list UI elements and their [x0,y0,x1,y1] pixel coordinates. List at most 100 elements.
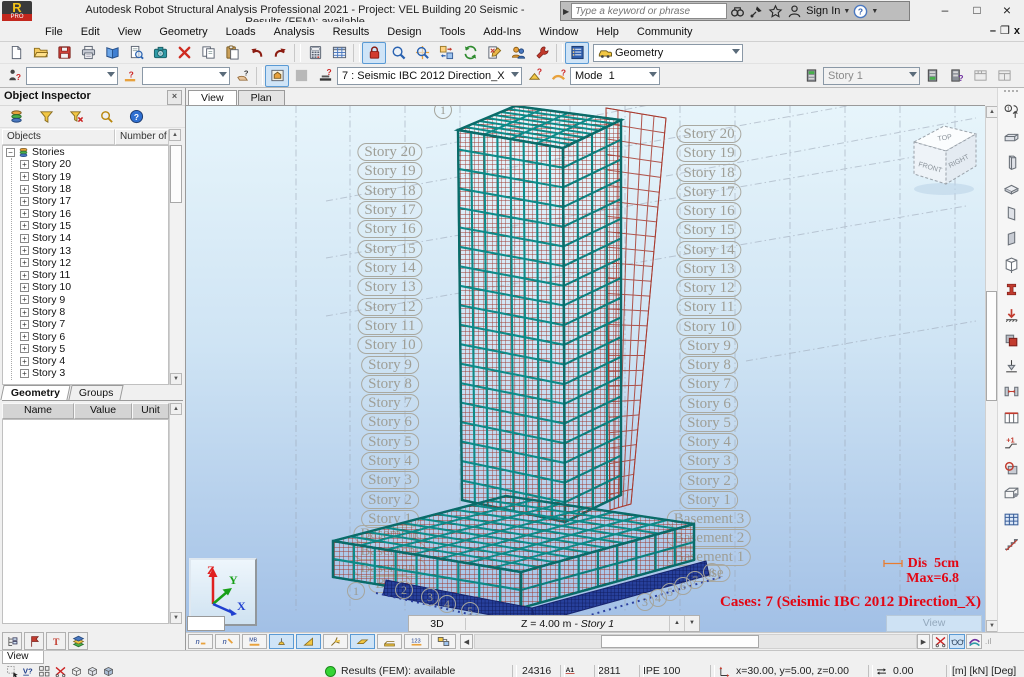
wall-button[interactable] [999,201,1023,225]
menu-edit[interactable]: Edit [72,24,109,40]
nodes-count[interactable]: 24316 [522,665,551,677]
release-button[interactable] [999,354,1023,378]
expand-icon[interactable]: + [20,369,29,378]
expand-icon[interactable]: + [20,246,29,255]
dimension-button[interactable] [999,380,1023,404]
table-button[interactable] [999,507,1023,531]
cube-wire-button[interactable] [68,664,84,677]
menu-file[interactable]: File [36,24,72,40]
shell-button[interactable] [999,252,1023,276]
results-status[interactable]: Results (FEM): available [325,665,455,677]
cube-solid-button[interactable] [100,664,116,677]
menu-analysis[interactable]: Analysis [265,24,324,40]
menu-results[interactable]: Results [324,24,379,40]
open-button[interactable] [28,42,52,64]
view-ghost-button[interactable]: View [886,615,982,632]
calc-table-button[interactable] [327,42,351,64]
undo-button[interactable] [244,42,268,64]
panel-close-icon[interactable]: × [167,90,182,105]
expand-icon[interactable]: + [20,332,29,341]
calc-button[interactable] [303,42,327,64]
menu-design[interactable]: Design [378,24,430,40]
disp-support-button[interactable] [269,634,294,649]
bar-query-button[interactable]: ? [118,65,142,87]
level-query-button[interactable]: ? [313,65,337,87]
win-prev-button[interactable] [968,65,992,87]
cut-red-button[interactable] [52,664,68,677]
filter-button[interactable] [34,106,58,128]
new-button[interactable] [4,42,28,64]
expand-icon[interactable]: + [20,295,29,304]
viewport-vscrollbar[interactable]: ▲ ▼ [985,106,997,632]
menu-tools[interactable]: Tools [431,24,475,40]
glasses-button[interactable] [949,634,965,649]
tab-plan[interactable]: Plan [238,90,285,105]
expand-icon[interactable]: + [20,197,29,206]
wrench-button[interactable] [530,42,554,64]
menu-community[interactable]: Community [628,24,702,40]
disp-profile-button[interactable] [323,634,348,649]
structure-frame-button[interactable] [999,482,1023,506]
help-dropdown-icon[interactable]: ▼ [871,8,878,15]
minimize-button[interactable]: – [930,3,960,19]
support-query-button[interactable]: ? [522,65,546,87]
hole-button[interactable] [999,456,1023,480]
help-button[interactable]: ? [852,3,869,19]
find-doc-button[interactable] [124,42,148,64]
render-button[interactable] [966,634,982,649]
text-red-button[interactable]: T [46,632,66,650]
story-green-button[interactable] [799,65,823,87]
tree-item-story-17[interactable]: +Story 17 [12,195,168,207]
tree-item-story-18[interactable]: +Story 18 [12,183,168,195]
tree-item-story-3[interactable]: +Story 3 [12,367,168,379]
scroll-up-icon[interactable]: ▲ [169,129,181,141]
story-query-button[interactable]: ? [944,65,968,87]
menu-geometry[interactable]: Geometry [150,24,216,40]
column-objects[interactable]: Objects [2,129,115,145]
mdi-restore-icon[interactable]: ❐ [1000,24,1010,37]
level-plus-button[interactable]: +1 [999,431,1023,455]
save-button[interactable] [52,42,76,64]
preview-button[interactable] [100,42,124,64]
sel-arrows-button[interactable] [4,664,20,677]
story-combo[interactable]: Story 1 [823,67,920,85]
disp-num-button[interactable]: MB [242,634,267,649]
layout-combo[interactable]: Geometry [593,44,743,62]
mode-combo[interactable]: Mode 1 [570,67,660,85]
chevron-down-icon[interactable] [219,72,227,77]
collapse-arrow-icon[interactable]: ▶ [563,7,569,16]
expand-icon[interactable]: + [20,271,29,280]
delete-button[interactable] [172,42,196,64]
level-down-icon[interactable]: ▼ [684,616,699,631]
layers-button[interactable] [68,632,88,650]
bar-selection-combo[interactable] [142,67,230,85]
tree-item-story-11[interactable]: +Story 11 [12,269,168,281]
view-cube[interactable]: TOPFRONTRIGHT [914,126,976,195]
tree-item-story-14[interactable]: +Story 14 [12,232,168,244]
star-button[interactable] [767,3,784,19]
chevron-down-icon[interactable] [511,72,519,77]
disp-123-button[interactable]: 123 [404,634,429,649]
support-button[interactable] [999,303,1023,327]
toolbar-grip[interactable] [1004,90,1018,97]
view-manager-button[interactable] [565,42,589,64]
scroll-left-icon[interactable]: ◀ [460,634,473,649]
tree-item-story-20[interactable]: +Story 20 [12,158,168,170]
expand-icon[interactable]: + [20,320,29,329]
win-next-button[interactable] [992,65,1016,87]
mdi-close-icon[interactable]: x [1014,25,1020,37]
viewport-3d[interactable]: Story 20Story 19Story 18Story 17Story 16… [186,106,985,632]
close-button[interactable]: × [992,3,1022,19]
disp-node-button[interactable]: n [188,634,213,649]
print-button[interactable] [76,42,100,64]
expand-icon[interactable]: + [20,344,29,353]
column-name[interactable]: Name [2,403,74,419]
tab-geometry[interactable]: Geometry [0,385,70,400]
flag-red-button[interactable] [24,632,44,650]
tree-item-story-10[interactable]: +Story 10 [12,281,168,293]
sign-in-dropdown-icon[interactable]: ▼ [843,8,850,15]
menu-window[interactable]: Window [530,24,587,40]
tree-item-story-15[interactable]: +Story 15 [12,220,168,232]
dock-caption-view[interactable]: View [2,651,44,664]
view-window-button[interactable] [265,65,289,87]
